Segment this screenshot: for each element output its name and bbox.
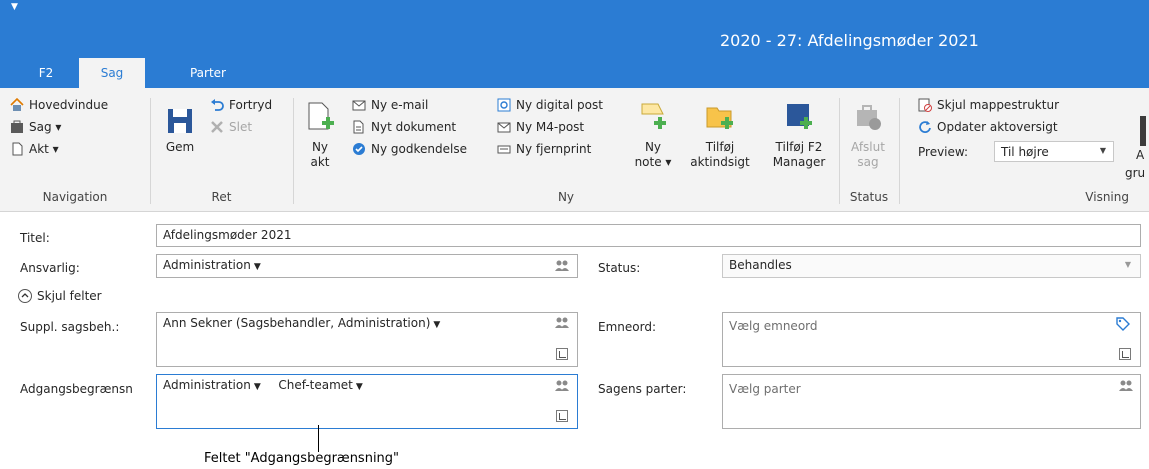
group-separator <box>150 98 151 204</box>
people-icon[interactable] <box>555 317 569 329</box>
f2-manager-icon <box>784 102 814 134</box>
tilfoej-aktindsigt-button[interactable]: Tilføj aktindsigt <box>686 102 754 170</box>
group-label-ret: Ret <box>211 190 232 204</box>
window-title: 2020 - 27: Afdelingsmøder 2021 <box>720 31 979 50</box>
case-icon <box>10 120 24 134</box>
hide-folder-structure-icon <box>918 98 932 112</box>
chevron-down-icon: ▼ <box>253 382 261 392</box>
chevron-down-icon: ▼ <box>355 382 363 392</box>
group-separator <box>293 98 294 204</box>
document-plus-icon <box>352 120 366 134</box>
chevron-down-icon: ▼ <box>1099 146 1106 155</box>
status-label: Status: <box>598 261 641 275</box>
titel-label: Titel: <box>20 231 50 245</box>
sagens-parter-field[interactable]: Vælg parter <box>722 374 1141 429</box>
ny-note-button[interactable]: Ny note ▾ <box>630 102 676 170</box>
collapse-icon <box>18 289 32 303</box>
tab-sag[interactable]: Sag <box>79 58 145 88</box>
home-icon <box>10 97 24 112</box>
afslut-sag-button[interactable]: Afslut sag <box>848 102 888 170</box>
slet-button[interactable]: Slet <box>210 120 252 134</box>
sag-menu-button[interactable]: Sag ▾ <box>10 120 61 134</box>
digital-post-icon <box>497 98 511 112</box>
opdater-aktoversigt-button[interactable]: Opdater aktoversigt <box>918 120 1058 134</box>
m4-post-icon <box>497 120 511 134</box>
ansvarlig-label: Ansvarlig: <box>20 261 80 275</box>
ansvarlig-field[interactable]: Administration ▼ <box>156 254 578 278</box>
chevron-down-icon: ▼ <box>433 320 441 330</box>
ny-godkendelse-button[interactable]: Ny godkendelse <box>352 142 467 156</box>
suppl-sagsbeh-field[interactable]: Ann Sekner (Sagsbehandler, Administratio… <box>156 312 578 367</box>
save-icon <box>167 108 193 134</box>
title-bar: ▼ 2020 - 27: Afdelingsmøder 2021 <box>0 0 1149 58</box>
group-separator <box>839 98 840 204</box>
document-icon <box>10 142 24 156</box>
titel-field[interactable]: Afdelingsmøder 2021 <box>156 224 1141 247</box>
email-icon <box>352 98 366 112</box>
people-icon[interactable] <box>555 380 569 392</box>
qat-dropdown-icon[interactable]: ▼ <box>11 2 18 12</box>
partial-button-icon <box>1140 116 1146 146</box>
remote-print-icon <box>497 142 511 156</box>
tab-f2[interactable]: F2 <box>24 58 68 88</box>
note-icon <box>638 102 668 134</box>
ny-m4-post-button[interactable]: Ny M4-post <box>497 120 584 134</box>
group-separator <box>899 98 900 204</box>
adgang-value-2[interactable]: Chef-teamet <box>278 378 352 392</box>
adgangsbegraensning-field[interactable]: Administration ▼ Chef-teamet ▼ <box>156 374 578 429</box>
tilfoej-f2-manager-button[interactable]: Tilføj F2 Manager <box>766 102 832 170</box>
emneord-field[interactable]: Vælg emneord <box>722 312 1141 367</box>
nyt-dokument-button[interactable]: Nyt dokument <box>352 120 456 134</box>
group-label-navigation: Navigation <box>42 190 108 204</box>
expand-icon[interactable] <box>556 410 568 422</box>
expand-icon[interactable] <box>1119 348 1131 360</box>
partial-ribbon-button[interactable]: A gru <box>1125 116 1149 182</box>
delete-icon <box>210 120 224 134</box>
refresh-icon <box>918 120 932 134</box>
fortryd-button[interactable]: Fortryd <box>210 98 272 112</box>
tag-icon[interactable] <box>1115 316 1131 332</box>
ny-akt-button[interactable]: Ny akt <box>300 102 340 170</box>
akt-menu-button[interactable]: Akt ▾ <box>10 142 59 156</box>
callout-text: Feltet "Adgangsbegrænsning" <box>204 451 400 466</box>
emneord-label: Emneord: <box>598 320 656 334</box>
undo-icon <box>210 98 224 112</box>
folder-add-icon <box>705 102 735 134</box>
new-document-icon <box>305 102 335 134</box>
adgangsbegraensning-label: Adgangsbegrænsn <box>20 382 133 396</box>
chevron-down-icon: ▼ <box>253 262 261 272</box>
adgang-value-1[interactable]: Administration <box>163 378 251 392</box>
group-label-visning: Visning <box>1085 190 1129 204</box>
people-icon[interactable] <box>555 260 569 272</box>
close-case-icon <box>853 102 883 134</box>
hovedvindue-button[interactable]: Hovedvindue <box>10 97 108 112</box>
preview-label: Preview: <box>918 145 969 159</box>
ribbon-tabs: F2 Sag Parter <box>0 58 1149 88</box>
expand-icon[interactable] <box>556 348 568 360</box>
ny-digital-post-button[interactable]: Ny digital post <box>497 98 603 112</box>
ny-email-button[interactable]: Ny e-mail <box>352 98 428 112</box>
sagens-parter-label: Sagens parter: <box>598 382 687 396</box>
chevron-down-icon: ▼ <box>1124 260 1131 269</box>
suppl-sagsbeh-label: Suppl. sagsbeh.: <box>20 320 120 334</box>
group-label-ny: Ny <box>557 190 575 204</box>
status-select[interactable]: Behandles ▼ <box>722 254 1141 278</box>
gem-button[interactable]: Gem <box>160 108 200 155</box>
tab-parter[interactable]: Parter <box>178 58 238 88</box>
preview-select[interactable]: Til højre ▼ <box>994 141 1114 162</box>
approval-icon <box>352 142 366 156</box>
skjul-felter-toggle[interactable]: Skjul felter <box>18 289 102 303</box>
skjul-mappestruktur-button[interactable]: Skjul mappestruktur <box>918 98 1059 112</box>
ny-fjernprint-button[interactable]: Ny fjernprint <box>497 142 591 156</box>
group-label-status: Status <box>849 190 889 204</box>
callout-line <box>318 425 319 452</box>
people-icon[interactable] <box>1119 380 1133 392</box>
ribbon: Hovedvindue Sag ▾ Akt ▾ Navigation Gem F… <box>0 88 1149 212</box>
